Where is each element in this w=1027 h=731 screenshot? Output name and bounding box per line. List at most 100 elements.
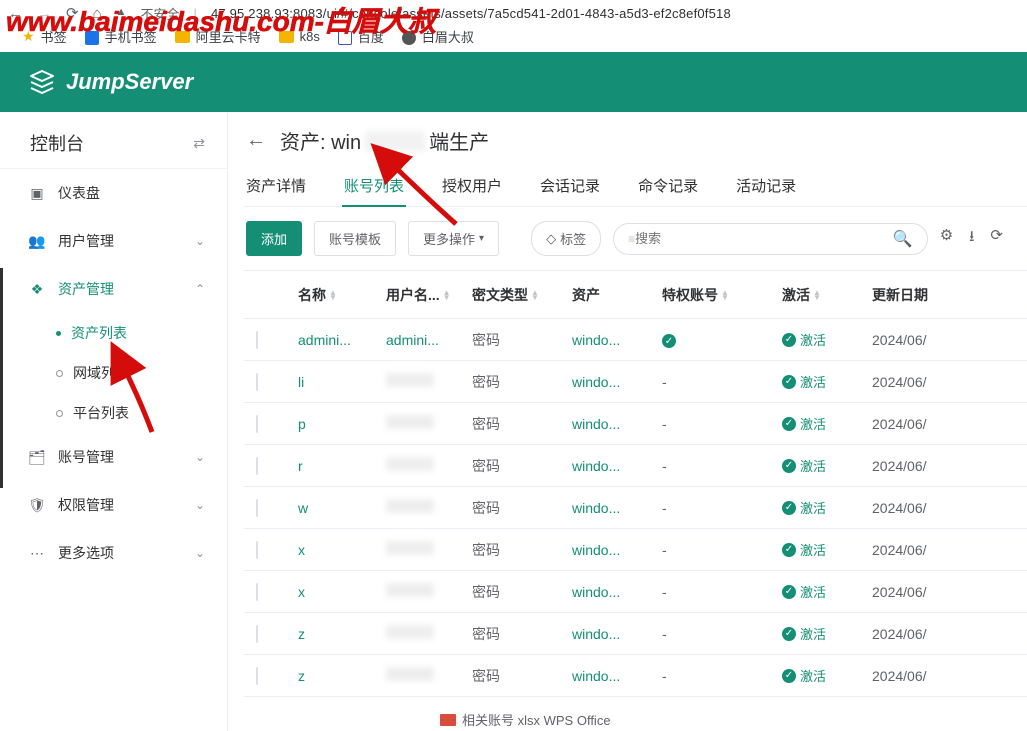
sidebar-sub-platform-list[interactable]: 平台列表 [56,393,227,433]
col-label: 用户名... [386,285,440,305]
more-icon: ⋯ [28,545,46,562]
search-icon[interactable]: 🔍 [893,229,913,249]
col-active[interactable]: 激活▲▼ [782,285,872,305]
cell-asset[interactable]: windo... [572,626,662,642]
row-checkbox[interactable] [256,499,258,517]
active-badge: ✓ 激活 [782,582,872,601]
cell-user[interactable]: admini... [386,332,439,348]
sidebar-item-label: 权限管理 [46,495,195,515]
sidebar-sub-label: 平台列表 [73,403,129,423]
active-badge: ✓ 激活 [782,666,872,685]
row-checkbox[interactable] [256,373,258,391]
cell-asset[interactable]: windo... [572,668,662,684]
col-label: 激活 [782,285,810,305]
breadcrumb-prefix: 资产: win [280,126,361,155]
template-button[interactable]: 账号模板 [314,221,396,256]
cell-name[interactable]: p [298,416,386,432]
cell-updated: 2024/06/ [872,542,968,558]
cell-secret: 密码 [472,582,572,602]
cell-name[interactable]: li [298,374,386,390]
tab-authusers[interactable]: 授权用户 [442,175,502,206]
cell-name[interactable]: x [298,542,386,558]
table-row: x密码windo...-✓ 激活2024/06/ [244,529,1027,571]
col-name[interactable]: 名称▲▼ [298,285,386,305]
table-row: r密码windo...-✓ 激活2024/06/ [244,445,1027,487]
cell-name[interactable]: w [298,500,386,516]
cell-asset[interactable]: windo... [572,584,662,600]
active-badge: ✓ 激活 [782,624,872,643]
more-actions-label: 更多操作 [423,229,475,248]
tag-button[interactable]: ◇标签 [531,221,601,256]
sidebar-item-more[interactable]: ⋯ 更多选项 ⌄ [0,529,227,577]
sidebar: 控制台 ⇄ ▣ 仪表盘 👥 用户管理 ⌄ ❖ 资产管理 ⌃ 资产列表 网域列表 … [0,112,228,731]
sidebar-item-dashboard[interactable]: ▣ 仪表盘 [0,169,227,217]
cell-updated: 2024/06/ [872,332,968,348]
priv-dash: - [662,458,667,474]
sidebar-title: 控制台 [30,130,84,156]
cell-asset[interactable]: windo... [572,542,662,558]
sidebar-sub-domain-list[interactable]: 网域列表 [56,353,227,393]
cell-asset[interactable]: windo... [572,374,662,390]
row-checkbox[interactable] [256,583,258,601]
chevron-down-icon: ⌄ [195,498,205,512]
table-row: p密码windo...-✓ 激活2024/06/ [244,403,1027,445]
sidebar-item-label: 仪表盘 [46,183,205,203]
row-checkbox[interactable] [256,457,258,475]
sidebar-item-perms[interactable]: 🛡 权限管理 ⌄ [0,481,227,529]
sort-icon: ▲▼ [443,290,451,300]
tag-label: 标签 [560,229,586,248]
cell-name[interactable]: admini... [298,332,386,348]
priv-badge: ✓ [662,334,676,348]
more-actions-button[interactable]: 更多操作▾ [408,221,499,256]
tab-detail[interactable]: 资产详情 [246,175,306,206]
tab-commands[interactable]: 命令记录 [638,175,698,206]
cell-asset[interactable]: windo... [572,458,662,474]
search-box[interactable]: ≡ 🔍 [613,223,928,255]
check-icon: ✓ [782,585,796,599]
cell-asset[interactable]: windo... [572,332,662,348]
footer-hint-label: 相关账号 xlsx WPS Office [462,710,611,729]
download-icon[interactable]: ⭳ [969,226,974,251]
cell-name[interactable]: x [298,584,386,600]
row-checkbox[interactable] [256,541,258,559]
sidebar-sub-asset-list[interactable]: 资产列表 [56,313,227,353]
refresh-icon[interactable]: ⟳ [990,226,1003,251]
cell-asset[interactable]: windo... [572,416,662,432]
cell-asset[interactable]: windo... [572,500,662,516]
cell-name[interactable]: r [298,458,386,474]
col-label: 更新日期 [872,285,928,305]
col-secret[interactable]: 密文类型▲▼ [472,285,572,305]
row-checkbox[interactable] [256,331,258,349]
col-label: 特权账号 [662,285,718,305]
priv-dash: - [662,542,667,558]
add-button[interactable]: 添加 [246,221,302,256]
priv-dash: - [662,416,667,432]
redacted-text [365,131,425,151]
sidebar-item-label: 更多选项 [46,543,195,563]
gear-icon[interactable]: ⚙ [940,226,953,251]
sidebar-item-users[interactable]: 👥 用户管理 ⌄ [0,217,227,265]
tab-activity[interactable]: 活动记录 [736,175,796,206]
shield-icon: 🛡 [28,497,46,514]
col-user[interactable]: 用户名...▲▼ [386,285,472,305]
back-icon[interactable]: ← [246,129,266,152]
col-priv[interactable]: 特权账号▲▼ [662,285,782,305]
sidebar-item-accounts[interactable]: 🗂 账号管理 ⌄ [0,433,227,481]
row-checkbox[interactable] [256,625,258,643]
cell-secret: 密码 [472,666,572,686]
table-row: w密码windo...-✓ 激活2024/06/ [244,487,1027,529]
check-icon: ✓ [782,543,796,557]
tab-sessions[interactable]: 会话记录 [540,175,600,206]
cell-secret: 密码 [472,498,572,518]
col-label: 密文类型 [472,285,528,305]
cell-name[interactable]: z [298,668,386,684]
tab-accounts[interactable]: 账号列表 [344,175,404,206]
row-checkbox[interactable] [256,415,258,433]
search-input[interactable] [635,231,893,246]
cell-name[interactable]: z [298,626,386,642]
row-checkbox[interactable] [256,667,258,685]
swap-icon[interactable]: ⇄ [193,135,205,152]
app-logo[interactable]: JumpServer [28,68,193,96]
sidebar-item-assets[interactable]: ❖ 资产管理 ⌃ [0,265,227,313]
sort-icon: ▲▼ [721,290,729,300]
